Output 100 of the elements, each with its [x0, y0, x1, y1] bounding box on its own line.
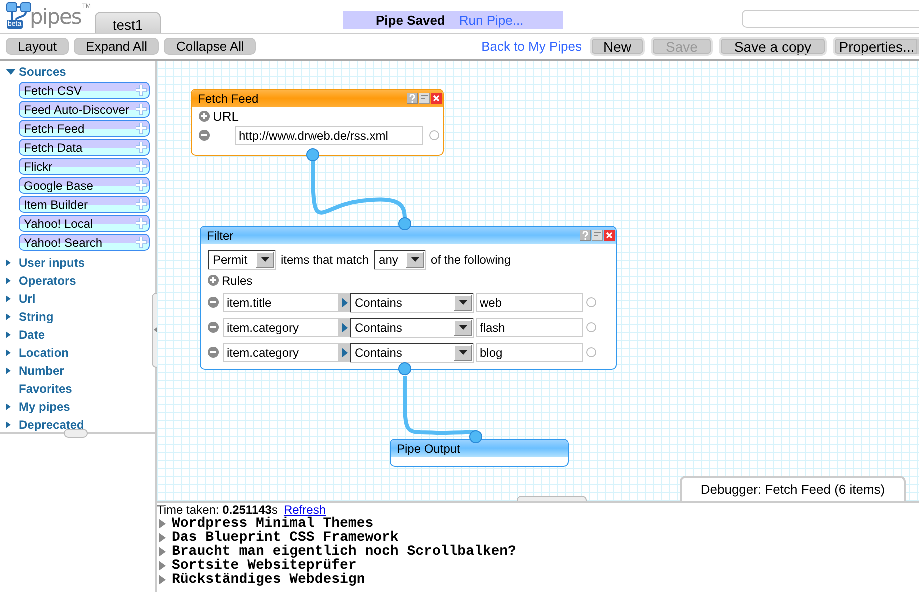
expand-arrow-icon[interactable]: [6, 420, 13, 430]
help-icon[interactable]: [407, 93, 418, 104]
back-link[interactable]: Back to My Pipes: [482, 39, 582, 54]
port-icon[interactable]: [398, 362, 412, 376]
expand-arrow-icon[interactable]: [6, 312, 13, 322]
expand-arrow-icon[interactable]: [6, 276, 13, 286]
filter-text: items that match: [281, 252, 370, 266]
add-icon[interactable]: [136, 142, 147, 153]
minimize-icon[interactable]: [592, 230, 603, 241]
terminal-icon[interactable]: [586, 322, 597, 333]
add-icon[interactable]: [136, 104, 147, 115]
operator-dropdown[interactable]: Contains: [350, 342, 474, 362]
operator-dropdown[interactable]: Contains: [350, 292, 474, 312]
add-icon[interactable]: [136, 161, 147, 172]
port-icon[interactable]: [306, 148, 320, 162]
remove-icon[interactable]: [208, 347, 219, 358]
add-icon[interactable]: [199, 111, 210, 122]
module-item[interactable]: Yahoo! Search: [19, 234, 150, 251]
expand-arrow-icon[interactable]: [6, 402, 13, 412]
feed-item[interactable]: Das Blueprint CSS Framework: [172, 531, 399, 545]
toolbar-button[interactable]: Save a copy: [719, 37, 827, 56]
remove-icon[interactable]: [208, 322, 219, 333]
expand-arrow-icon[interactable]: [6, 348, 13, 358]
category-label[interactable]: Number: [19, 364, 64, 378]
module-item[interactable]: Fetch CSV: [19, 82, 150, 99]
expand-arrow-icon[interactable]: [6, 330, 13, 340]
module-item[interactable]: Feed Auto-Discover: [19, 101, 150, 118]
module-item[interactable]: Yahoo! Local: [19, 215, 150, 232]
field-input[interactable]: item.category: [223, 343, 339, 362]
module-item[interactable]: Fetch Data: [19, 139, 150, 156]
expand-arrow-icon[interactable]: [6, 366, 13, 376]
collapse-arrow-icon[interactable]: [6, 67, 16, 77]
rules-label: Rules: [222, 274, 253, 288]
add-icon[interactable]: [136, 180, 147, 191]
field-input[interactable]: item.title: [223, 293, 339, 312]
add-icon[interactable]: [136, 218, 147, 229]
terminal-icon[interactable]: [586, 347, 597, 358]
logo-icon: [6, 2, 32, 30]
minimize-icon[interactable]: [419, 93, 430, 104]
caret-icon: [458, 300, 468, 305]
module-item[interactable]: Fetch Feed: [19, 120, 150, 137]
add-icon[interactable]: [136, 123, 147, 134]
expand-arrow-icon[interactable]: [342, 322, 348, 332]
port-icon[interactable]: [470, 430, 482, 444]
expand-arrow-icon[interactable]: [6, 294, 13, 304]
caret-icon: [458, 325, 468, 330]
close-icon[interactable]: [431, 93, 442, 104]
value-input[interactable]: flash: [476, 318, 583, 337]
operator-dropdown[interactable]: Contains: [350, 318, 474, 338]
tab[interactable]: test1: [95, 12, 161, 33]
caret-icon: [260, 257, 270, 262]
port-icon[interactable]: [398, 218, 412, 230]
category-label[interactable]: Sources: [19, 65, 66, 79]
feed-item[interactable]: Rückständiges Webdesign: [172, 573, 366, 587]
toolbar-button[interactable]: Collapse All: [164, 38, 256, 55]
add-icon[interactable]: [136, 199, 147, 210]
remove-icon[interactable]: [208, 297, 219, 308]
module-item[interactable]: Google Base: [19, 177, 150, 194]
terminal-icon[interactable]: [586, 297, 597, 308]
category-label[interactable]: Favorites: [19, 382, 72, 396]
toolbar-button[interactable]: Expand All: [74, 38, 160, 55]
url-field[interactable]: http://www.drweb.de/rss.xml: [235, 126, 423, 145]
category-label[interactable]: Operators: [19, 274, 76, 288]
filter-text: of the following: [431, 252, 512, 266]
mode-dropdown[interactable]: Permit: [208, 250, 276, 270]
toolbar-button[interactable]: Layout: [6, 38, 70, 55]
help-icon[interactable]: [580, 230, 591, 241]
close-icon[interactable]: [604, 230, 615, 241]
field-input[interactable]: item.category: [223, 318, 339, 337]
debugger-tab[interactable]: Debugger: Fetch Feed (6 items): [680, 476, 906, 501]
module-item[interactable]: Item Builder: [19, 196, 150, 213]
toolbar-button[interactable]: Properties...: [833, 37, 919, 56]
category-label[interactable]: Deprecated: [19, 418, 84, 432]
category-label[interactable]: User inputs: [19, 256, 86, 270]
expand-arrow-icon[interactable]: [6, 258, 13, 268]
add-icon[interactable]: [136, 237, 147, 248]
expand-arrow-icon[interactable]: [342, 348, 348, 358]
module-item[interactable]: Flickr: [19, 158, 150, 175]
terminal-icon[interactable]: [429, 130, 440, 141]
add-icon[interactable]: [208, 275, 219, 286]
expand-arrow-icon[interactable]: [342, 298, 348, 308]
feed-item[interactable]: Braucht man eigentlich noch Scrollbalken?: [172, 545, 516, 559]
feed-item[interactable]: Sortsite Websiteprüfer: [172, 559, 357, 573]
value-input[interactable]: web: [476, 293, 583, 312]
module-title: Fetch Feed: [198, 92, 259, 106]
category-label[interactable]: Date: [19, 328, 46, 342]
value-input[interactable]: blog: [476, 343, 583, 362]
feed-item[interactable]: Wordpress Minimal Themes: [172, 517, 374, 531]
refresh-link[interactable]: Refresh: [284, 503, 326, 517]
add-icon[interactable]: [136, 85, 147, 96]
match-dropdown[interactable]: any: [374, 250, 426, 270]
category-label[interactable]: Location: [19, 346, 69, 360]
field-label: URL: [213, 109, 240, 124]
search-field[interactable]: [742, 10, 919, 28]
category-label[interactable]: String: [19, 310, 54, 324]
toolbar-button[interactable]: New: [590, 37, 645, 56]
category-label[interactable]: Url: [19, 292, 36, 306]
module-title: Filter: [207, 228, 234, 242]
remove-icon[interactable]: [199, 130, 210, 141]
category-label[interactable]: My pipes: [19, 400, 70, 414]
